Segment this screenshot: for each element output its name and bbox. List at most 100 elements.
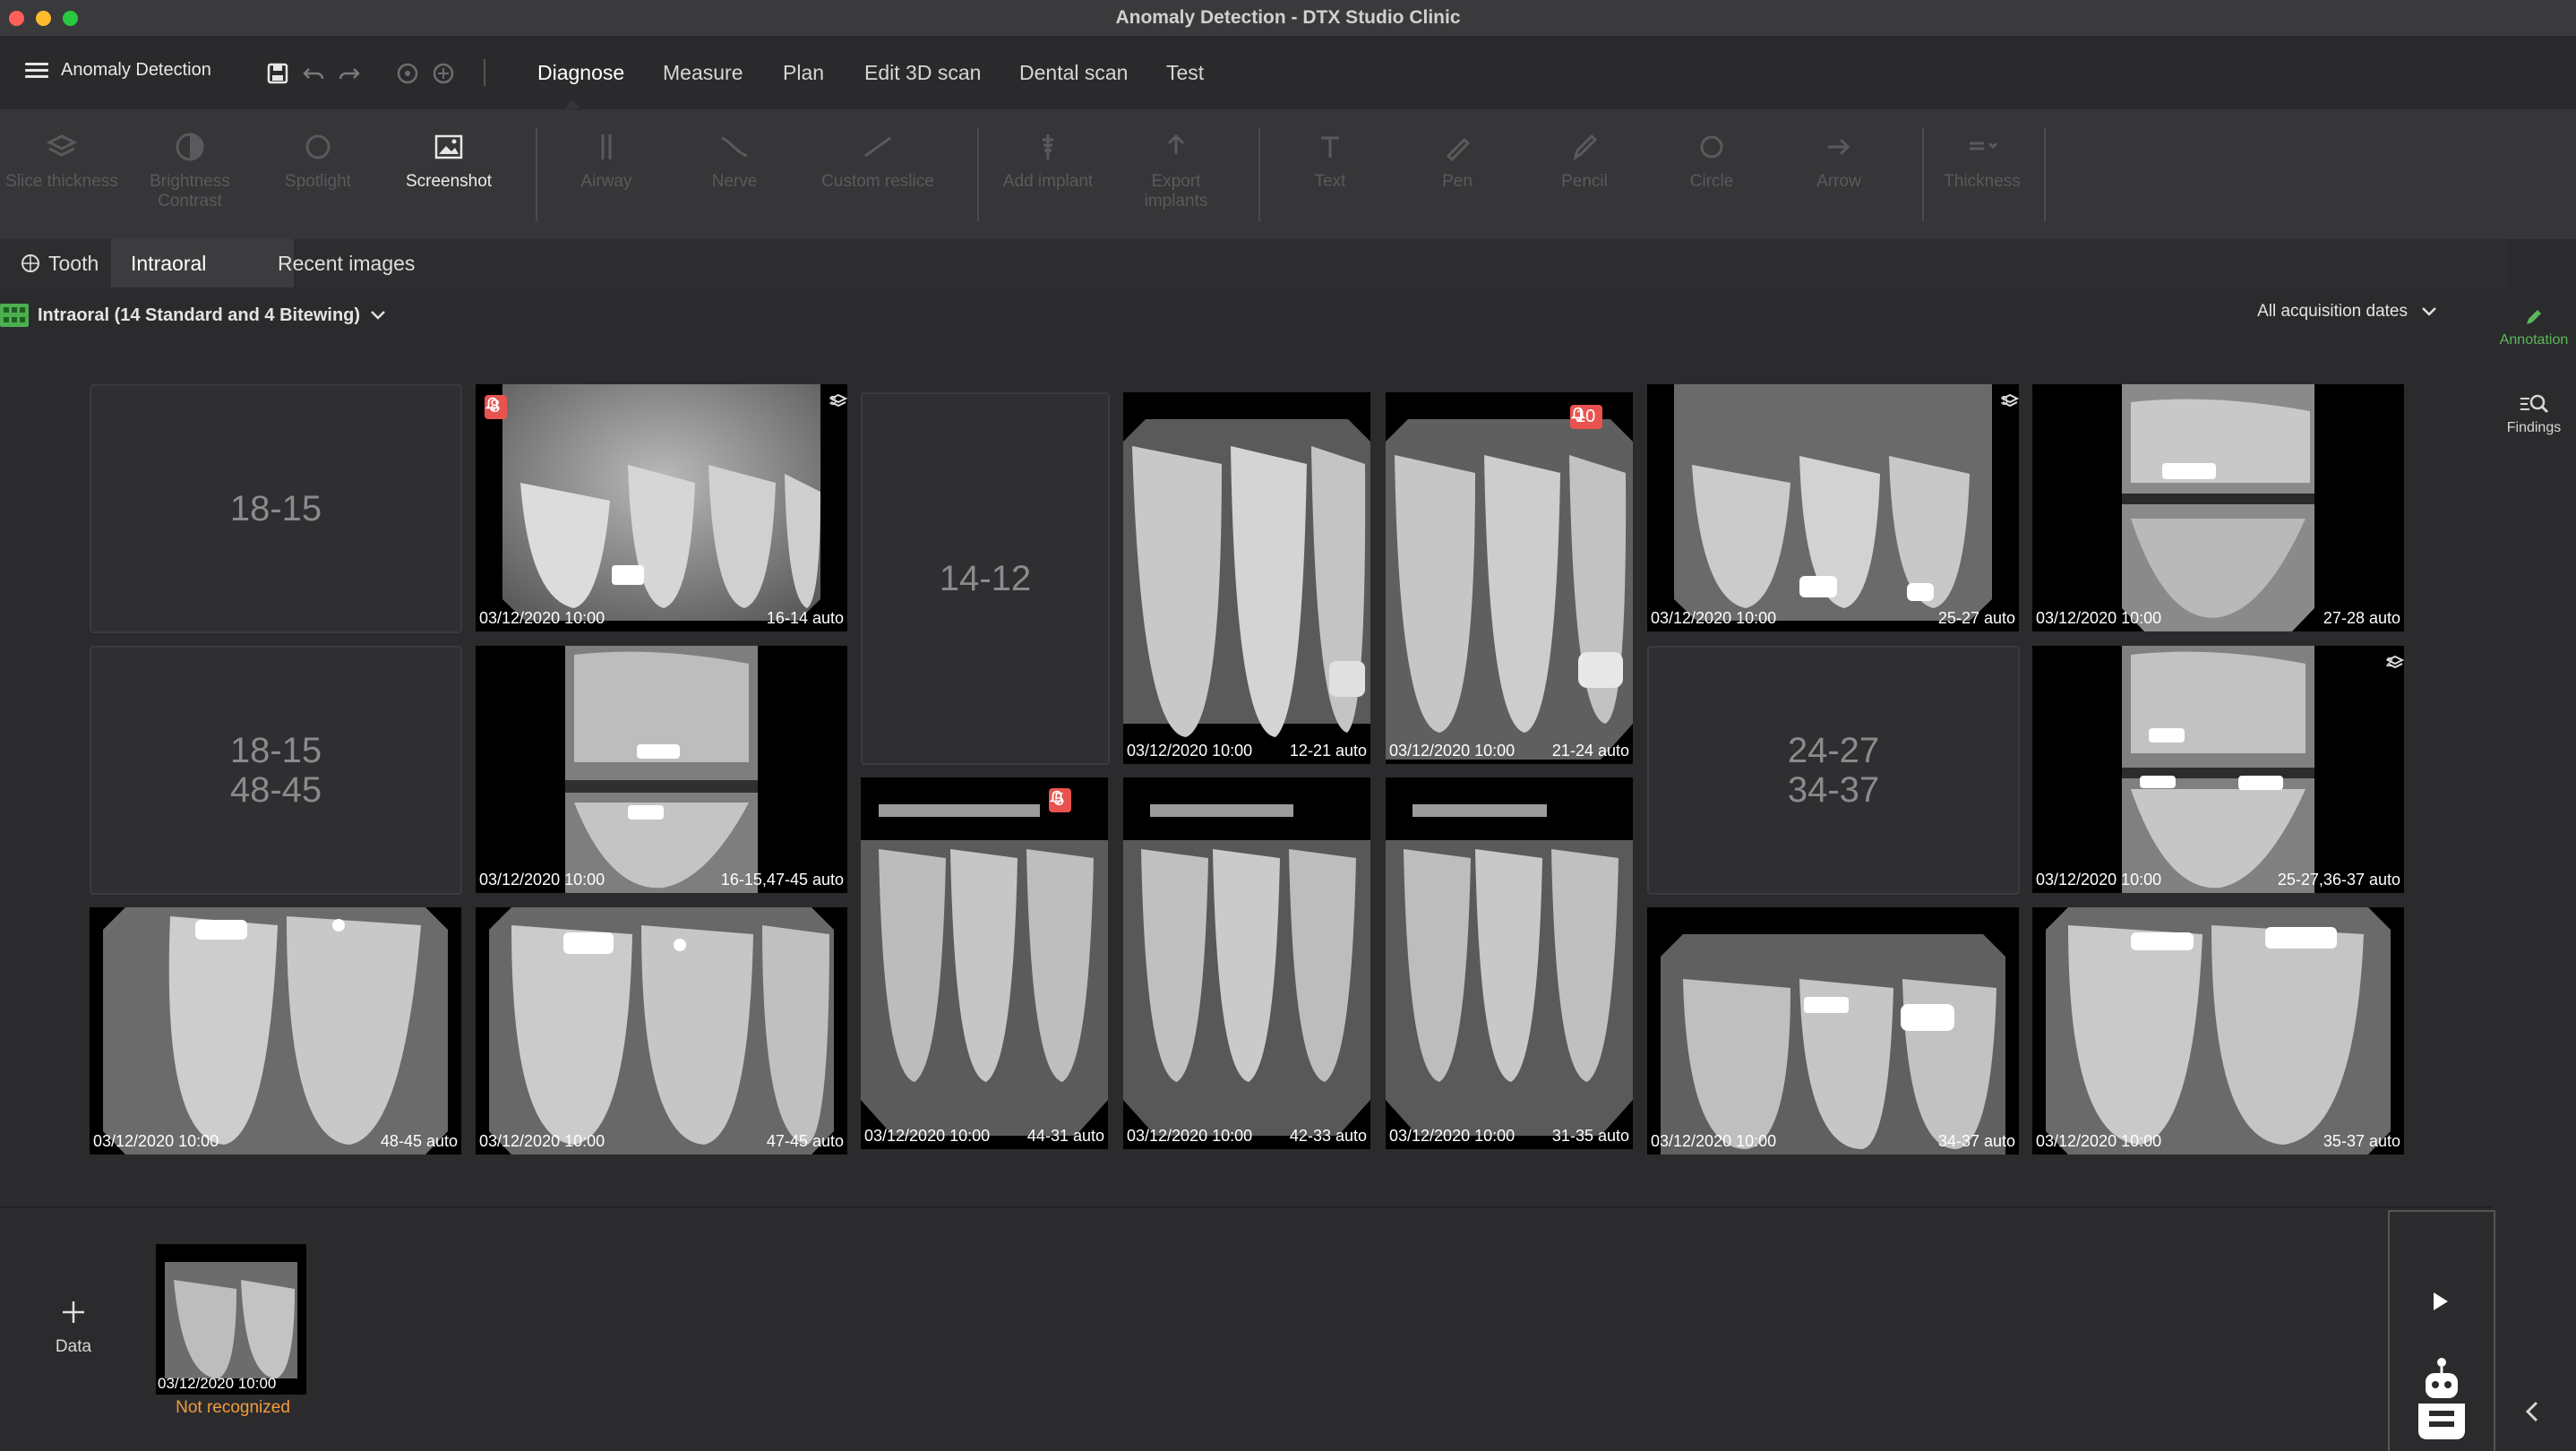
empty-slot[interactable]: 14-12 (861, 392, 1110, 765)
xray-image[interactable]: 5 03/12/2020 10:00 44-31 auto (861, 777, 1108, 1149)
layers-icon (2000, 393, 2019, 408)
anomaly-alert-badge[interactable]: 8 (485, 395, 508, 419)
image-date: 03/12/2020 10:00 (1651, 609, 1777, 627)
plus-icon (63, 1301, 84, 1323)
tab-edit-3d-scan[interactable]: Edit 3D scan (864, 61, 981, 85)
xray-image[interactable]: 03/12/2020 10:00 12-21 auto (1123, 392, 1370, 764)
empty-slot[interactable]: 18-15 48-45 (90, 646, 462, 895)
image-region: 34-37 auto (1937, 1132, 2015, 1150)
xray-image[interactable]: 8 3 03/12/2020 10:00 16-14 auto (476, 384, 847, 631)
bell-icon (1570, 407, 1586, 421)
xray-picture (2032, 384, 2404, 631)
xray-image[interactable]: 03/12/2020 10:00 34-37 auto (1647, 907, 2019, 1155)
acquisition-date-filter[interactable]: All acquisition dates (2257, 302, 2438, 322)
annotation-label: Annotation (2499, 332, 2569, 348)
xray-picture (1386, 804, 1633, 1136)
bell-icon (485, 397, 501, 411)
xray-image[interactable]: 2 03/12/2020 10:00 25-27,36-37 auto (2032, 646, 2404, 893)
layers-icon (2385, 655, 2404, 669)
tab-diagnose[interactable]: Diagnose (537, 61, 624, 108)
anomaly-alert-badge[interactable]: 5 (1049, 788, 1072, 812)
export-implants-button[interactable]: Export implants (1118, 129, 1234, 211)
airway-icon (601, 134, 612, 159)
tab-recent-images[interactable]: Recent images (258, 239, 434, 288)
pen-button[interactable]: Pen (1399, 129, 1516, 192)
xray-image[interactable]: 03/12/2020 10:00 48-45 auto (90, 907, 461, 1155)
image-region: 47-45 auto (766, 1132, 844, 1150)
robot-assistant-icon[interactable] (2413, 1355, 2470, 1445)
screenshot-button[interactable]: Screenshot (391, 129, 507, 192)
slice-thickness-button[interactable]: Slice thickness (4, 129, 120, 192)
redo-icon[interactable] (337, 61, 362, 86)
image-date: 03/12/2020 10:00 (2036, 609, 2162, 627)
brightness-contrast-button[interactable]: Brightness Contrast (132, 129, 248, 211)
arrow-button[interactable]: Arrow (1781, 129, 1897, 192)
text-button[interactable]: Text (1272, 129, 1388, 192)
slot-label: 34-37 (1787, 770, 1880, 810)
annotation-panel-button[interactable]: Annotation (2492, 305, 2576, 348)
add-data-button[interactable]: Data (45, 1298, 102, 1357)
xray-image[interactable]: 3 03/12/2020 10:00 25-27 auto (1647, 384, 2019, 631)
xray-image[interactable]: 03/12/2020 10:00 35-37 auto (2032, 907, 2404, 1155)
nerve-button[interactable]: Nerve (676, 129, 793, 192)
window-title: Anomaly Detection - DTX Studio Clinic (1115, 7, 1461, 28)
slot-label: 24-27 (1787, 731, 1880, 770)
tool-label: Pen (1442, 172, 1473, 191)
screenshot-icon (434, 134, 463, 159)
circle-icon (1700, 135, 1723, 159)
image-region: 31-35 auto (1551, 1127, 1629, 1145)
tool-label: Airway (580, 172, 632, 191)
tooth-chart-alt-icon[interactable] (431, 61, 456, 86)
xray-image[interactable]: 03/12/2020 10:00 31-35 auto (1386, 777, 1633, 1149)
implant-icon (1043, 134, 1053, 159)
airway-button[interactable]: Airway (548, 129, 665, 192)
hamburger-icon (25, 62, 48, 79)
image-region: 12-21 auto (1289, 742, 1367, 760)
image-region: 42-33 auto (1289, 1127, 1367, 1145)
add-implant-button[interactable]: Add implant (990, 129, 1106, 192)
xray-image[interactable]: 03/12/2020 10:00 47-45 auto (476, 907, 847, 1155)
findings-panel-button[interactable]: Findings (2492, 391, 2576, 436)
layout-selector[interactable]: Intraoral (14 Standard and 4 Bitewing) (0, 304, 387, 327)
save-icon[interactable] (265, 61, 290, 86)
grid-layout-icon (0, 304, 29, 327)
ai-assistant-panel (2388, 1210, 2495, 1451)
tool-label: Export implants (1144, 172, 1208, 210)
pencil-button[interactable]: Pencil (1526, 129, 1643, 192)
tab-plan[interactable]: Plan (783, 61, 824, 85)
tab-test[interactable]: Test (1166, 61, 1204, 85)
image-date: 03/12/2020 10:00 (479, 1132, 605, 1150)
tab-tooth[interactable]: Tooth (0, 239, 118, 288)
thickness-button[interactable]: Thickness (1924, 129, 2040, 192)
spotlight-button[interactable]: Spotlight (260, 129, 376, 192)
tool-label: Screenshot (405, 172, 493, 191)
xray-image[interactable]: 03/12/2020 10:00 42-33 auto (1123, 777, 1370, 1149)
toolbar-divider (2044, 127, 2046, 221)
tool-label: Nerve (711, 172, 758, 191)
empty-slot[interactable]: 18-15 (90, 384, 462, 633)
custom-reslice-button[interactable]: Custom reslice (806, 129, 949, 192)
findings-search-icon (2520, 394, 2549, 414)
menu-bar: Anomaly Detection Diagnose Measure Plan … (0, 36, 2576, 110)
image-region: 25-27,36-37 auto (2277, 871, 2400, 889)
xray-picture (1123, 804, 1370, 1136)
tooth-chart-icon[interactable] (395, 61, 420, 86)
image-date: 03/12/2020 10:00 (1651, 1132, 1777, 1150)
app-menu-button[interactable]: Anomaly Detection (25, 60, 211, 81)
xray-image[interactable]: 03/12/2020 10:00 27-28 auto (2032, 384, 2404, 631)
xray-image[interactable]: 03/12/2020 10:00 16-15,47-45 auto (476, 646, 847, 893)
collapse-sidebar-icon[interactable] (2522, 1398, 2542, 1425)
play-icon[interactable] (2431, 1291, 2451, 1312)
tab-dental-scan[interactable]: Dental scan (1019, 61, 1128, 85)
anomaly-alert-badge[interactable]: 10 (1570, 405, 1603, 429)
tab-measure[interactable]: Measure (663, 61, 743, 85)
empty-slot[interactable]: 24-27 34-37 (1647, 646, 2020, 895)
image-region: 48-45 auto (380, 1132, 458, 1150)
xray-picture (103, 907, 448, 1155)
xray-image[interactable]: 10 03/12/2020 10:00 21-24 auto (1386, 392, 1633, 764)
unrecognized-image-thumbnail[interactable]: 03/12/2020 10:00 (156, 1244, 306, 1395)
undo-icon[interactable] (301, 61, 326, 86)
tool-label: Custom reslice (821, 172, 934, 191)
circle-button[interactable]: Circle (1653, 129, 1770, 192)
image-layout-area: Intraoral (14 Standard and 4 Bitewing) A… (0, 288, 2492, 1206)
